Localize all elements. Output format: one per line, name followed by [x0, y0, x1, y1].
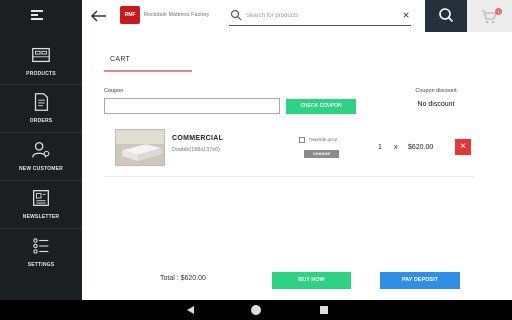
search-icon [439, 8, 454, 23]
times-sign: x [394, 144, 398, 151]
sidebar-item-label: ORDERS [29, 118, 53, 124]
buy-now-button[interactable]: BUY NOW [272, 272, 351, 289]
sidebar-item-newsletter[interactable]: NEWSLETTER [0, 187, 82, 220]
search-input[interactable] [246, 9, 396, 23]
list-settings-icon [33, 238, 49, 254]
cart-icon [482, 10, 497, 24]
brand-logo[interactable]: RMF [120, 6, 140, 24]
sidebar-item-new-customer[interactable]: NEW CUSTOMER [0, 139, 82, 172]
quantity-value[interactable]: 1 [378, 144, 382, 151]
check-coupon-button[interactable]: CHECK COUPON [286, 99, 356, 114]
tab-cart[interactable]: CART [104, 48, 192, 72]
menu-icon[interactable] [31, 8, 47, 24]
sidebar-item-label: SETTINGS [27, 262, 55, 268]
nav-recent-apps-icon[interactable] [320, 306, 328, 314]
divider [0, 132, 82, 133]
cart-count-badge: 1 [495, 8, 502, 15]
coupon-label: Coupon [104, 88, 124, 94]
coupon-input[interactable] [104, 98, 280, 114]
person-gear-icon [32, 142, 50, 158]
sidebar-item-label: NEWSLETTER [22, 214, 60, 220]
divider [0, 180, 82, 181]
mattress-photo [116, 130, 164, 165]
sidebar-item-label: PRODUCTS [26, 71, 56, 77]
coupon-discount-value: No discount [417, 101, 455, 108]
sidebar-item-settings[interactable]: SETTINGS [0, 235, 82, 268]
remove-item-button[interactable]: × [455, 139, 471, 155]
divider [0, 228, 82, 229]
product-name: COMMERCIAL [172, 135, 224, 142]
pay-deposit-button[interactable]: PAY DEPOSIT [380, 272, 460, 289]
tab-cart-label: CART [110, 56, 131, 63]
search-button[interactable] [425, 0, 467, 32]
search-underline [229, 25, 411, 26]
item-price: $620.00 [408, 144, 434, 151]
nav-back-icon[interactable] [187, 306, 194, 314]
override-price-label: Override price [309, 137, 338, 142]
nav-home-icon[interactable] [251, 305, 261, 315]
document-icon [34, 93, 49, 111]
brand-name: Rockdale Mattress Factory [144, 12, 210, 18]
change-button[interactable]: CHANGE [304, 150, 339, 158]
clear-search-icon[interactable]: × [400, 8, 412, 22]
coupon-discount-label: Coupon discount [415, 88, 457, 94]
sidebar: PRODUCTS ORDERS NEW CUSTOMER NEWSLETTER [0, 0, 82, 300]
override-price-checkbox[interactable] [299, 137, 305, 143]
cart-total: Total : $620.00 [160, 275, 206, 282]
sidebar-item-label: NEW CUSTOMER [19, 166, 63, 172]
product-image [115, 129, 165, 166]
system-navigation-bar [0, 300, 512, 320]
cart-button[interactable]: 1 [467, 0, 512, 32]
back-arrow-icon[interactable] [90, 8, 108, 24]
search-icon [230, 9, 242, 21]
close-icon: × [460, 141, 466, 152]
app-header: RMF Rockdale Mattress Factory × 1 [82, 0, 512, 32]
divider [0, 84, 82, 85]
sidebar-item-products[interactable]: PRODUCTS [0, 44, 82, 77]
divider [104, 176, 474, 177]
newspaper-icon [33, 190, 49, 206]
sidebar-item-orders[interactable]: ORDERS [0, 91, 82, 124]
bed-icon [32, 47, 50, 63]
product-variant: Double(188x137x0) [172, 147, 221, 153]
